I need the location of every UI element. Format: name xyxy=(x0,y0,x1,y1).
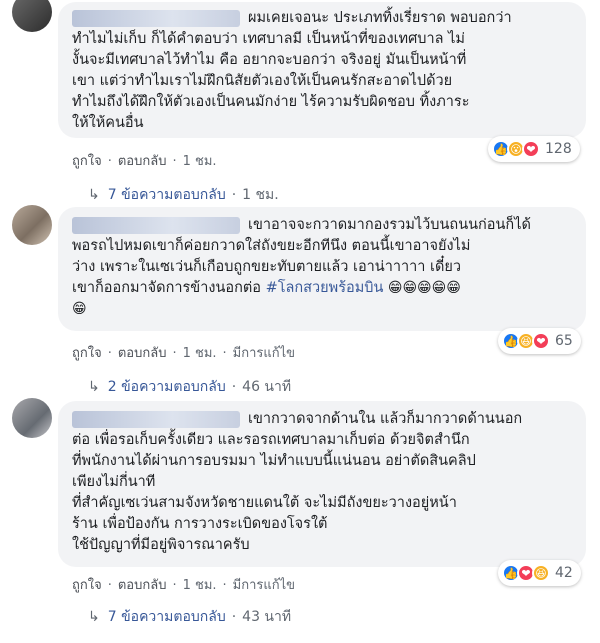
reaction-count: 42 xyxy=(555,565,573,581)
separator: · xyxy=(231,609,237,625)
separator: · xyxy=(107,154,112,169)
view-replies-link[interactable]: ↳ 7 ข้อความตอบกลับ · 1 ชม. xyxy=(88,184,279,206)
replies-time: 1 ชม. xyxy=(242,187,279,203)
reply-arrow-icon: ↳ xyxy=(88,187,100,203)
hashtag-link[interactable]: #โลกสวยพร้อมบิน xyxy=(266,280,384,296)
replies-count[interactable]: 2 ข้อความตอบกลับ xyxy=(108,379,226,395)
separator: · xyxy=(222,346,227,361)
reaction-count: 128 xyxy=(545,141,572,157)
separator: · xyxy=(222,578,227,593)
edited-label[interactable]: มีการแก้ไข xyxy=(233,346,295,361)
view-replies-link[interactable]: ↳ 7 ข้อความตอบกลับ · 43 นาที xyxy=(88,606,291,628)
separator: · xyxy=(172,154,177,169)
separator: · xyxy=(172,578,177,593)
reply-link[interactable]: ตอบกลับ xyxy=(118,154,167,169)
comment-text: ผมเคยเจอนะ ประเภททิ้งเรี่ยราด พอบอกว่า ท… xyxy=(72,10,512,131)
comment-time[interactable]: 1 ชม. xyxy=(183,154,217,169)
reaction-summary[interactable]: 👍 😆 ❤ 65 xyxy=(498,328,581,354)
comment-bubble: ผมเคยเจอนะ ประเภททิ้งเรี่ยราด พอบอกว่า ท… xyxy=(58,2,586,138)
comment-actions: ถูกใจ · ตอบกลับ · 1 ชม. · มีการแก้ไข xyxy=(72,574,295,595)
reply-arrow-icon: ↳ xyxy=(88,379,100,395)
separator: · xyxy=(107,346,112,361)
haha-reaction-icon: 😆 xyxy=(532,564,550,582)
replies-time: 46 นาที xyxy=(242,379,292,395)
separator: · xyxy=(172,346,177,361)
replies-count[interactable]: 7 ข้อความตอบกลับ xyxy=(108,609,226,625)
comment-time[interactable]: 1 ชม. xyxy=(183,346,217,361)
separator: · xyxy=(231,379,237,395)
comment-actions: ถูกใจ · ตอบกลับ · 1 ชม. · มีการแก้ไข xyxy=(72,342,295,363)
reaction-summary[interactable]: 👍 😮 ❤ 128 xyxy=(488,136,580,162)
love-reaction-icon: ❤ xyxy=(522,140,540,158)
separator: · xyxy=(107,578,112,593)
love-reaction-icon: ❤ xyxy=(532,332,550,350)
reply-link[interactable]: ตอบกลับ xyxy=(118,346,167,361)
commenter-avatar[interactable] xyxy=(12,0,52,32)
reply-link[interactable]: ตอบกลับ xyxy=(118,578,167,593)
comment-actions: ถูกใจ · ตอบกลับ · 1 ชม. xyxy=(72,150,217,171)
reaction-summary[interactable]: 👍 ❤ 😆 42 xyxy=(498,560,581,586)
comment-bubble: เขากวาดจากด้านใน แล้วก็มากวาดด้านนอก ต่อ… xyxy=(58,401,586,567)
comment-bubble: เขาอาจจะกวาดมากองรวมไว้บนถนนก่อนก็ได้ พอ… xyxy=(58,207,586,331)
separator: · xyxy=(231,187,237,203)
view-replies-link[interactable]: ↳ 2 ข้อความตอบกลับ · 46 นาที xyxy=(88,376,291,398)
edited-label[interactable]: มีการแก้ไข xyxy=(233,578,295,593)
comment-time[interactable]: 1 ชม. xyxy=(183,578,217,593)
like-link[interactable]: ถูกใจ xyxy=(72,346,102,361)
commenter-name-blurred[interactable] xyxy=(72,10,240,27)
like-link[interactable]: ถูกใจ xyxy=(72,578,102,593)
commenter-name-blurred[interactable] xyxy=(72,411,240,428)
reply-arrow-icon: ↳ xyxy=(88,609,100,625)
like-link[interactable]: ถูกใจ xyxy=(72,154,102,169)
reaction-count: 65 xyxy=(555,333,573,349)
commenter-avatar[interactable] xyxy=(12,205,52,245)
replies-time: 43 นาที xyxy=(242,609,292,625)
commenter-avatar[interactable] xyxy=(12,398,52,438)
commenter-name-blurred[interactable] xyxy=(72,217,240,234)
replies-count[interactable]: 7 ข้อความตอบกลับ xyxy=(108,187,226,203)
comment-text: เขากวาดจากด้านใน แล้วก็มากวาดด้านนอก ต่อ… xyxy=(72,411,523,553)
